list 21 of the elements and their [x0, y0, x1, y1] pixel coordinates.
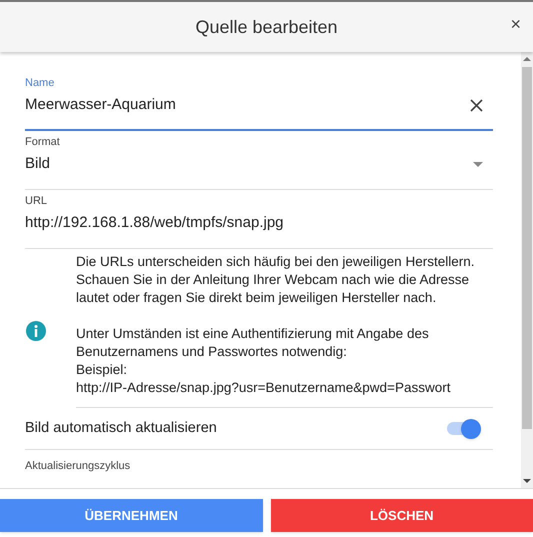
toggle-label: Bild automatisch aktualisieren: [25, 418, 218, 438]
input-field[interactable]: http://192.168.1.88/web/tmpfs/snap.jpg: [25, 212, 483, 234]
close-button[interactable]: ×: [506, 15, 525, 33]
field-label: Format: [25, 135, 61, 150]
info-paragraph: Unter Umständen ist eine Authentifizierung mit Angabe des Benutzernamens und Passwortes notwendig: Beispiel: http://IP-Adresse/snap.jpg?usr=Benutzername&pwd=Passwort: [76, 325, 452, 397]
delete-button[interactable]: LÖSCHEN: [270, 499, 533, 532]
field-label: URL: [25, 194, 48, 209]
select-field[interactable]: Bild: [25, 152, 473, 176]
scrollbar[interactable]: [521, 52, 533, 488]
input-field[interactable]: Meerwasser-Aquarium: [25, 94, 470, 116]
clear-icon[interactable]: [470, 98, 483, 112]
field-label: Aktualisierungszyklus: [25, 459, 132, 474]
scroll-up-icon[interactable]: [523, 55, 531, 63]
toggle-switch[interactable]: [447, 418, 481, 438]
field-label: Name: [25, 76, 56, 91]
scroll-down-icon[interactable]: [523, 477, 531, 485]
info-icon: [25, 320, 47, 342]
dialog-title: Quelle bearbeiten: [195, 16, 338, 38]
scroll-thumb[interactable]: [522, 67, 532, 429]
info-paragraph: Die URLs unterscheiden sich häufig bei den jeweiligen Herstellern. Schauen Sie in der Anleitung Ihrer Webcam nach wie die Adresse lautet oder fragen Sie direkt beim jeweiligen Hersteller nach.: [76, 253, 476, 307]
dropdown-caret-icon[interactable]: [473, 162, 483, 166]
